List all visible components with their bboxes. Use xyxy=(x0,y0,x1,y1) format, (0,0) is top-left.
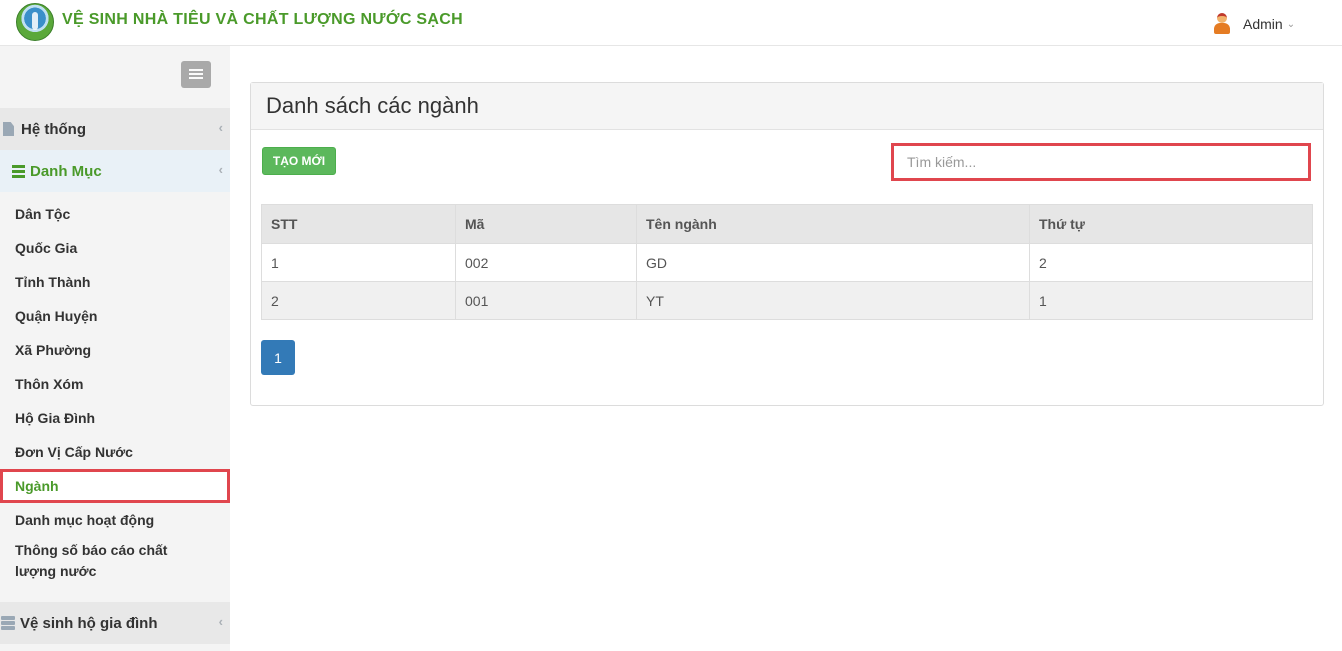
pagination-page-button[interactable]: 1 xyxy=(261,340,295,375)
table-cell: 002 xyxy=(455,243,637,282)
sidebar-toggle-button[interactable] xyxy=(181,61,211,88)
sidebar: Hệ thống ‹ Danh Mục ‹ Dân Tộc Quốc Gia T… xyxy=(0,46,230,651)
app-title[interactable]: VỆ SINH NHÀ TIÊU VÀ CHẤT LƯỢNG NƯỚC SẠCH xyxy=(62,11,463,29)
column-header-thu-tu[interactable]: Thứ tự xyxy=(1029,204,1313,244)
sidebar-group-he-thong[interactable]: Hệ thống ‹ xyxy=(0,108,230,150)
sidebar-item-xa-phuong[interactable]: Xã Phường xyxy=(0,333,230,367)
table-cell: 1 xyxy=(1029,281,1313,320)
document-icon xyxy=(3,122,17,136)
table-cell: 2 xyxy=(261,281,456,320)
table-cell: YT xyxy=(636,281,1030,320)
table-cell: 1 xyxy=(261,243,456,282)
column-header-stt[interactable]: STT xyxy=(261,204,456,244)
page-title: Danh sách các ngành xyxy=(266,93,479,118)
chevron-left-icon: ‹ xyxy=(218,120,223,135)
sidebar-item-thon-xom[interactable]: Thôn Xóm xyxy=(0,367,230,401)
table-cell: GD xyxy=(636,243,1030,282)
column-header-ma[interactable]: Mã xyxy=(455,204,637,244)
main-panel: Danh sách các ngành TẠO MỚI STT Mã Tên n… xyxy=(250,82,1324,406)
sidebar-group-danh-muc[interactable]: Danh Mục ‹ xyxy=(0,150,230,192)
danh-muc-submenu: Dân Tộc Quốc Gia Tỉnh Thành Quận Huyện X… xyxy=(0,197,230,593)
sidebar-item-tinh-thanh[interactable]: Tỉnh Thành xyxy=(0,265,230,299)
sidebar-group-label: Vệ sinh hộ gia đình xyxy=(20,614,158,632)
sidebar-group-label: Hệ thống xyxy=(21,120,86,138)
sidebar-item-dan-toc[interactable]: Dân Tộc xyxy=(0,197,230,231)
user-menu[interactable]: Admin ⌄ xyxy=(1212,12,1295,36)
table-header-row: STT Mã Tên ngành Thứ tự xyxy=(261,204,1313,244)
column-header-ten-nganh[interactable]: Tên ngành xyxy=(636,204,1030,244)
sidebar-item-nganh[interactable]: Ngành xyxy=(0,469,230,503)
panel-header: Danh sách các ngành xyxy=(251,83,1323,130)
table-row[interactable]: 1 002 GD 2 xyxy=(261,243,1313,282)
chevron-left-icon: ‹ xyxy=(218,614,223,629)
table-row[interactable]: 2 001 YT 1 xyxy=(261,281,1313,320)
table-cell: 2 xyxy=(1029,243,1313,282)
chevron-down-icon: ⌄ xyxy=(1286,18,1296,30)
sidebar-group-ve-sinh-ho-gia-dinh[interactable]: Vệ sinh hộ gia đình ‹ xyxy=(0,602,230,644)
server-icon xyxy=(1,615,15,631)
data-table: STT Mã Tên ngành Thứ tự 1 002 GD 2 2 001… xyxy=(261,204,1313,320)
sidebar-item-danh-muc-hoat-dong[interactable]: Danh mục hoạt động xyxy=(0,503,230,537)
sidebar-item-quan-huyen[interactable]: Quận Huyện xyxy=(0,299,230,333)
app-logo[interactable] xyxy=(16,3,54,41)
list-icon xyxy=(12,163,26,180)
sidebar-item-don-vi-cap-nuoc[interactable]: Đơn Vị Cấp Nước xyxy=(0,435,230,469)
search-input[interactable] xyxy=(891,143,1311,181)
sidebar-group-label: Danh Mục xyxy=(30,162,102,180)
user-name: Admin xyxy=(1243,16,1283,32)
sidebar-item-ho-gia-dinh[interactable]: Hộ Gia Đình xyxy=(0,401,230,435)
user-avatar-icon xyxy=(1212,13,1232,35)
chevron-left-icon: ‹ xyxy=(218,162,223,177)
top-header: VỆ SINH NHÀ TIÊU VÀ CHẤT LƯỢNG NƯỚC SẠCH… xyxy=(0,0,1342,46)
create-button[interactable]: TẠO MỚI xyxy=(262,147,336,175)
sidebar-item-thong-so-bao-cao[interactable]: Thông số báo cáo chất lượng nước xyxy=(0,537,230,593)
sidebar-item-quoc-gia[interactable]: Quốc Gia xyxy=(0,231,230,265)
table-cell: 001 xyxy=(455,281,637,320)
